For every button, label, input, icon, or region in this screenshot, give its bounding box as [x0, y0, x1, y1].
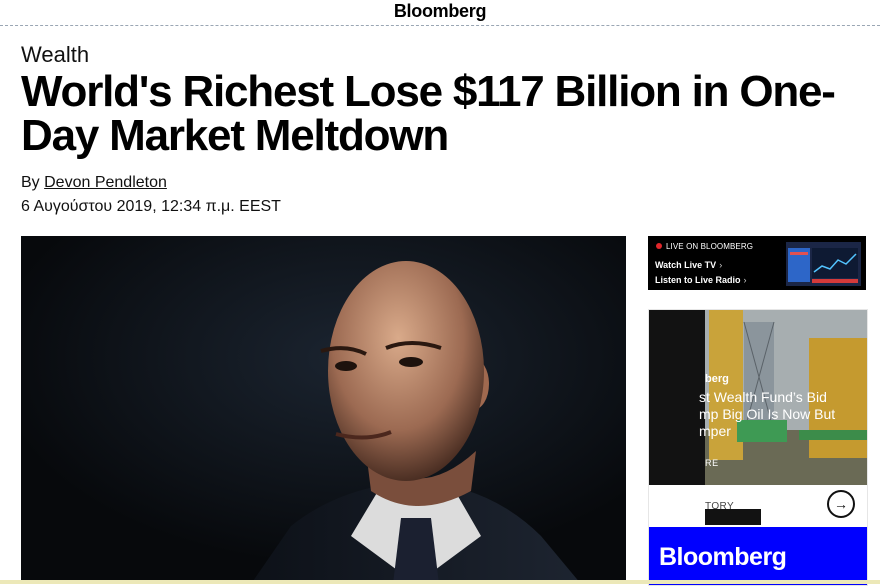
listen-live-radio-label: Listen to Live Radio [655, 275, 741, 285]
live-tv-thumbnail[interactable] [786, 242, 861, 286]
masthead: Bloomberg [0, 0, 880, 26]
watch-live-tv-link[interactable]: Watch Live TV › [655, 260, 722, 270]
section-label[interactable]: Wealth [21, 42, 89, 68]
hero-image [21, 236, 626, 584]
live-label-text: LIVE ON BLOOMBERG [666, 242, 754, 251]
live-on-bloomberg-box: LIVE ON BLOOMBERG Watch Live TV › Listen … [648, 236, 866, 290]
byline-prefix: By [21, 174, 40, 191]
watch-live-tv-label: Watch Live TV [655, 260, 717, 270]
arrow-right-icon[interactable]: → [827, 490, 855, 518]
live-label: LIVE ON BLOOMBERG [656, 242, 753, 251]
ad-dark-block [705, 509, 761, 525]
author-link[interactable]: Devon Pendleton [44, 174, 167, 191]
ad-read-more[interactable]: RE [705, 458, 719, 468]
ad-bloomberg-logo: Bloomberg [659, 543, 787, 571]
bloomberg-logo[interactable]: Bloomberg [0, 1, 880, 22]
byline: By Devon Pendleton [21, 174, 167, 192]
ad-brand-label: berg [705, 373, 729, 385]
ad-headline[interactable]: st Wealth Fund’s Bid mp Big Oil Is Now B… [699, 389, 867, 440]
live-dot-icon [656, 243, 662, 249]
portrait-photo [21, 236, 626, 584]
listen-live-radio-link[interactable]: Listen to Live Radio › [655, 275, 747, 285]
tv-thumbnail-graphic [786, 242, 861, 286]
publish-date: 6 Αυγούστου 2019, 12:34 π.μ. EEST [21, 198, 281, 215]
bottom-strip [0, 580, 880, 584]
chevron-right-icon: › [719, 260, 723, 270]
article-headline: World's Richest Lose $117 Billion in One… [21, 67, 836, 160]
chevron-right-icon: › [743, 275, 747, 285]
ad-bloomberg-banner[interactable]: Bloomberg [649, 527, 867, 585]
sidebar-ad[interactable]: berg st Wealth Fund’s Bid mp Big Oil Is … [648, 309, 868, 586]
